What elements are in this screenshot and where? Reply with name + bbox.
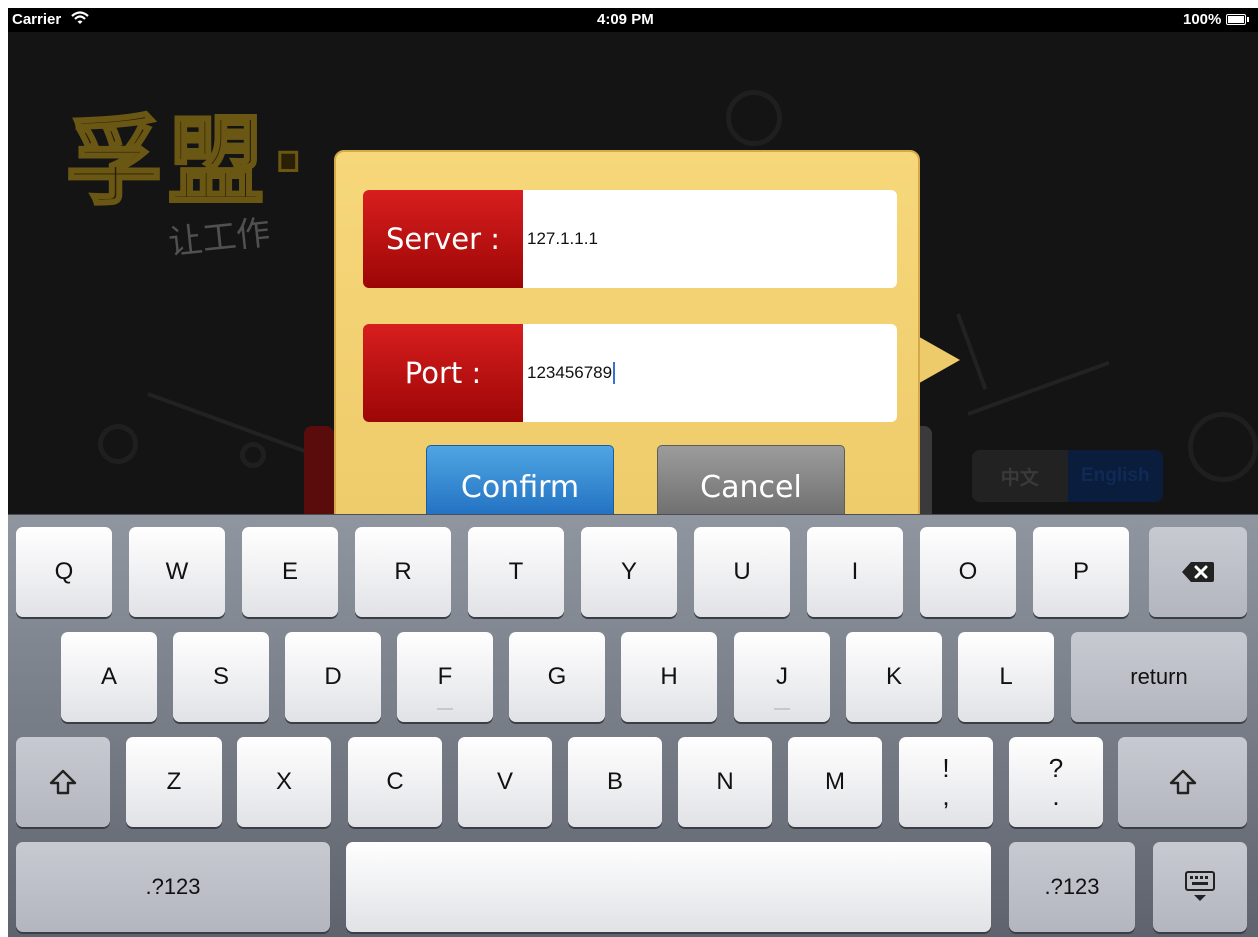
onscreen-keyboard: Q W E R T Y U I O P A S D F G H J K L re… [8,514,1258,937]
key-j[interactable]: J [734,632,830,722]
key-g[interactable]: G [509,632,605,722]
port-input[interactable]: 123456789 [523,324,897,422]
key-w[interactable]: W [129,527,225,617]
numbers-key-left[interactable]: .?123 [16,842,330,932]
keyboard-dismiss-key[interactable] [1153,842,1247,932]
battery-icon [1226,14,1249,25]
shift-icon [1169,769,1197,795]
language-toggle[interactable]: 中文 English [972,450,1163,502]
key-question-period[interactable]: ?. [1009,737,1103,827]
battery-percentage: 100% [1183,11,1222,28]
key-t[interactable]: T [468,527,564,617]
key-h[interactable]: H [621,632,717,722]
key-period-label: . [1052,781,1060,811]
key-x[interactable]: X [237,737,331,827]
key-exclamation-comma[interactable]: !, [899,737,993,827]
background-button [304,426,334,522]
app-slogan: 让工作 [166,212,273,264]
key-n[interactable]: N [678,737,772,827]
server-field: Server : 127.1.1.1 [363,190,897,288]
decoration-line [967,360,1110,416]
wifi-icon [70,8,90,28]
key-d[interactable]: D [285,632,381,722]
server-label: Server : [363,190,523,288]
key-exclamation-label: ! [942,753,950,783]
shift-key-right[interactable] [1118,737,1247,827]
key-f-label: F [437,663,453,690]
decoration-circle [1188,412,1258,482]
key-k[interactable]: K [846,632,942,722]
key-c[interactable]: C [348,737,442,827]
return-key[interactable]: return [1071,632,1247,722]
clock: 4:09 PM [597,11,654,28]
shift-key-left[interactable] [16,737,110,827]
language-option-chinese[interactable]: 中文 [972,450,1068,502]
numbers-key-right[interactable]: .?123 [1009,842,1135,932]
decoration-circle [726,90,782,146]
decoration-circle [240,442,266,468]
home-row-marker [437,708,453,710]
key-b[interactable]: B [568,737,662,827]
key-a[interactable]: A [61,632,157,722]
key-l[interactable]: L [958,632,1054,722]
key-r[interactable]: R [355,527,451,617]
server-settings-popover: Server : 127.1.1.1 Port : 123456789 Conf… [334,150,920,530]
popover-arrow [914,334,960,386]
port-label: Port : [363,324,523,422]
port-field: Port : 123456789 [363,324,897,422]
key-q[interactable]: Q [16,527,112,617]
backspace-icon [1181,561,1215,583]
backspace-key[interactable] [1149,527,1247,617]
app-logo: 孚盟· [64,105,313,220]
key-o[interactable]: O [920,527,1016,617]
space-bar[interactable] [346,842,991,932]
key-s[interactable]: S [173,632,269,722]
key-y[interactable]: Y [581,527,677,617]
key-comma-label: , [942,781,950,811]
status-bar: Carrier 4:09 PM 100% [8,8,1258,32]
server-input[interactable]: 127.1.1.1 [523,190,897,288]
home-row-marker [774,708,790,710]
port-input-value: 123456789 [527,363,613,382]
key-i[interactable]: I [807,527,903,617]
key-question-label: ? [1048,753,1064,783]
key-m[interactable]: M [788,737,882,827]
key-v[interactable]: V [458,737,552,827]
keyboard-dismiss-icon [1183,870,1217,904]
shift-icon [49,769,77,795]
key-j-label: J [776,663,788,690]
key-u[interactable]: U [694,527,790,617]
text-cursor [613,362,616,384]
decoration-circle [98,424,138,464]
carrier-label: Carrier [12,11,62,28]
screen: Carrier 4:09 PM 100% 孚盟· 让工作 中文 English [8,8,1258,937]
confirm-button[interactable]: Confirm [426,445,614,525]
cancel-button[interactable]: Cancel [657,445,845,525]
key-z[interactable]: Z [126,737,222,827]
key-p[interactable]: P [1033,527,1129,617]
decoration-line [956,313,988,390]
key-e[interactable]: E [242,527,338,617]
language-option-english[interactable]: English [1067,450,1163,502]
server-input-value: 127.1.1.1 [527,229,598,248]
key-f[interactable]: F [397,632,493,722]
